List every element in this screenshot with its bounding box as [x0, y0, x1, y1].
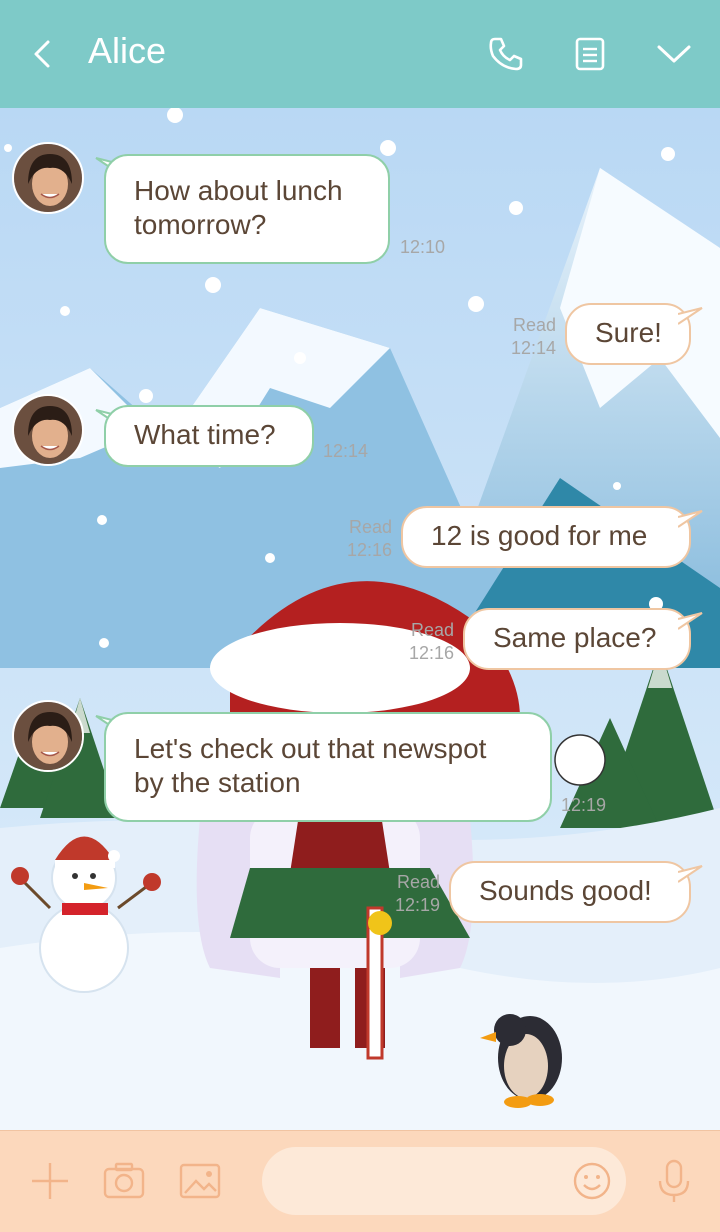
- avatar[interactable]: [12, 394, 84, 466]
- read-receipt: Read: [348, 517, 392, 537]
- message-time: 12:14: [510, 338, 556, 358]
- bubble-tail: [678, 307, 703, 325]
- message-time: 12:10: [400, 237, 446, 257]
- microphone-icon[interactable]: [650, 1157, 698, 1205]
- back-arrow-icon[interactable]: [28, 34, 68, 74]
- message-text: Sounds good!: [479, 875, 652, 906]
- message-time: 12:16: [346, 540, 392, 560]
- chat-message-list[interactable]: How about lunch tomorrow? 12:10 Read 12:…: [0, 108, 720, 1130]
- message-bubble-outgoing[interactable]: Same place?: [463, 608, 691, 670]
- message-text: Let's check out that newspot: [134, 733, 487, 764]
- emoji-icon[interactable]: [572, 1161, 612, 1201]
- message-text: What time?: [134, 419, 276, 450]
- plus-icon[interactable]: [26, 1157, 74, 1205]
- avatar[interactable]: [12, 700, 84, 772]
- message-time: 12:16: [408, 643, 454, 663]
- message-text: Same place?: [493, 622, 657, 653]
- phone-icon[interactable]: [486, 34, 526, 74]
- message-time: 12:19: [394, 895, 440, 915]
- bubble-tail: [678, 510, 703, 528]
- message-bubble-outgoing[interactable]: 12 is good for me: [401, 506, 691, 568]
- contact-avatar-icon: [14, 396, 82, 464]
- message-bubble-incoming[interactable]: How about lunch tomorrow?: [104, 154, 390, 264]
- read-receipt: Read: [410, 620, 454, 640]
- message-bubble-incoming[interactable]: What time?: [104, 405, 314, 467]
- message-composer: [0, 1130, 720, 1232]
- bubble-tail: [678, 612, 703, 630]
- bubble-tail: [678, 865, 703, 883]
- read-receipt: Read: [396, 872, 440, 892]
- message-text: Sure!: [595, 317, 662, 348]
- message-bubble-outgoing[interactable]: Sounds good!: [449, 861, 691, 923]
- notes-icon[interactable]: [570, 34, 610, 74]
- message-text: 12 is good for me: [431, 520, 648, 551]
- chat-title: Alice: [88, 30, 167, 71]
- message-time: 12:14: [323, 441, 369, 461]
- message-text: tomorrow?: [134, 209, 267, 240]
- avatar[interactable]: [12, 142, 84, 214]
- chat-header: Alice: [0, 0, 720, 108]
- image-icon[interactable]: [176, 1157, 224, 1205]
- message-bubble-outgoing[interactable]: Sure!: [565, 303, 691, 365]
- camera-icon[interactable]: [100, 1157, 148, 1205]
- read-receipt: Read: [512, 315, 556, 335]
- contact-avatar-icon: [14, 702, 82, 770]
- message-input[interactable]: [262, 1147, 626, 1215]
- message-bubble-incoming[interactable]: Let's check out that newspot by the stat…: [104, 712, 552, 822]
- message-text: How about lunch: [134, 175, 343, 206]
- contact-avatar-icon: [14, 144, 82, 212]
- message-text: by the station: [134, 767, 301, 798]
- chevron-down-icon[interactable]: [654, 34, 694, 74]
- message-time: 12:19: [561, 795, 607, 815]
